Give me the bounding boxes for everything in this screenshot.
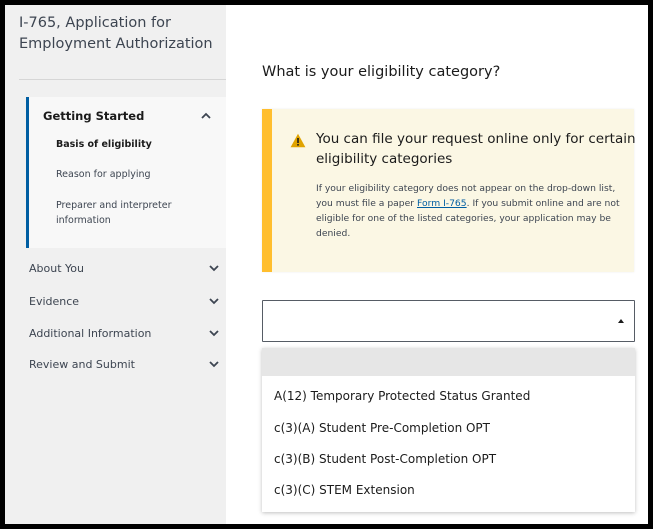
application-window: I-765, Application for Employment Author…	[5, 5, 648, 524]
app-title: I-765, Application for Employment Author…	[19, 15, 213, 52]
sidebar-nav: I-765, Application for Employment Author…	[5, 5, 226, 524]
eligibility-category-dropdown: A(12) Temporary Protected Status Granted…	[262, 348, 635, 512]
page-question: What is your eligibility category?	[262, 64, 501, 80]
form-i765-link[interactable]: Form I-765	[417, 198, 467, 209]
caret-up-icon	[618, 319, 624, 323]
sidebar-item-evidence[interactable]: Evidence	[29, 294, 221, 308]
chevron-down-icon	[207, 294, 221, 308]
sidebar-item-reason-for-applying[interactable]: Reason for applying	[56, 167, 151, 182]
dropdown-option[interactable]: c(3)(A) Student Pre-Completion OPT	[274, 421, 624, 435]
chevron-down-icon	[207, 357, 221, 371]
chevron-down-icon	[207, 261, 221, 275]
sidebar-group-toggle-getting-started[interactable]: Getting Started	[43, 109, 213, 123]
dropdown-option[interactable]: c(3)(C) STEM Extension	[274, 483, 624, 497]
sidebar-item-additional-information[interactable]: Additional Information	[29, 326, 221, 340]
sidebar-item-preparer-interpreter[interactable]: Preparer and interpreter information	[56, 198, 186, 228]
sidebar-group-label: Getting Started	[43, 109, 145, 123]
warning-triangle-icon	[290, 133, 306, 148]
sidebar-item-basis-of-eligibility[interactable]: Basis of eligibility	[56, 137, 152, 152]
sidebar-group-getting-started: Getting Started Basis of eligibility Rea…	[26, 97, 226, 248]
sidebar-divider	[19, 79, 226, 80]
chevron-down-icon	[207, 326, 221, 340]
dropdown-option[interactable]: c(3)(B) Student Post-Completion OPT	[274, 452, 624, 466]
alert-heading: You can file your request online only fo…	[316, 131, 636, 167]
chevron-up-icon	[199, 109, 213, 123]
sidebar-item-review-and-submit[interactable]: Review and Submit	[29, 357, 221, 371]
dropdown-option-empty[interactable]	[262, 348, 635, 376]
sidebar-item-label: About You	[29, 261, 84, 275]
dropdown-option[interactable]: A(12) Temporary Protected Status Granted	[274, 389, 624, 403]
sidebar-item-about-you[interactable]: About You	[29, 261, 221, 275]
sidebar-item-label: Additional Information	[29, 326, 152, 340]
alert-body: If your eligibility category does not ap…	[316, 181, 634, 241]
sidebar-item-label: Evidence	[29, 294, 80, 308]
eligibility-category-select[interactable]	[262, 300, 635, 342]
warning-alert: You can file your request online only fo…	[262, 109, 636, 272]
sidebar-item-label: Review and Submit	[29, 357, 135, 371]
